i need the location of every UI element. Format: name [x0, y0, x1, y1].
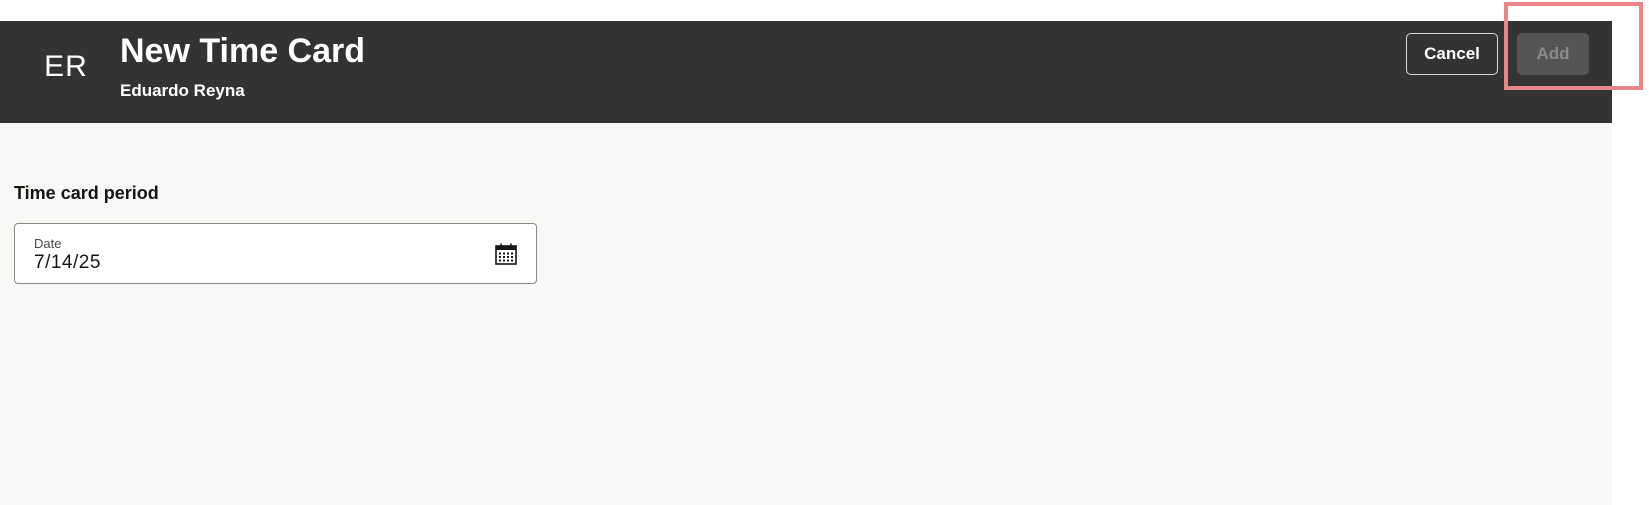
page-header: ER New Time Card Eduardo Reyna Cancel Ad…	[0, 21, 1612, 123]
cancel-button[interactable]: Cancel	[1406, 33, 1498, 75]
page-title: New Time Card	[120, 32, 366, 70]
section-label: Time card period	[14, 183, 159, 203]
calendar-icon[interactable]	[494, 242, 518, 266]
main-content: Time card period Date 7/14/25	[0, 123, 1612, 505]
app-window: ER New Time Card Eduardo Reyna Cancel Ad…	[0, 0, 1649, 505]
date-field-value[interactable]: 7/14/25	[34, 252, 101, 274]
add-button[interactable]: Add	[1517, 33, 1589, 75]
page-subtitle: Eduardo Reyna	[120, 81, 245, 100]
date-field[interactable]: Date 7/14/25	[14, 223, 537, 284]
date-field-label: Date	[34, 236, 62, 251]
avatar: ER	[44, 50, 88, 83]
